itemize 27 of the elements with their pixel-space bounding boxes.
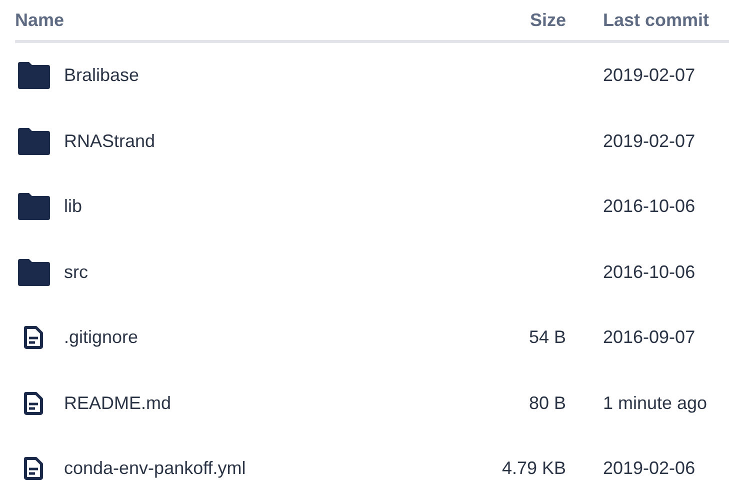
- last-commit-date: 2016-10-06: [603, 262, 696, 283]
- file-icon: [24, 457, 43, 480]
- last-commit-date: 2016-10-06: [603, 196, 696, 218]
- folder-name-link[interactable]: src: [64, 262, 88, 283]
- folder-name-link[interactable]: lib: [64, 196, 82, 218]
- folder-icon: [18, 62, 50, 90]
- file-name-link[interactable]: conda-env-pankoff.yml: [64, 458, 246, 480]
- folder-name-link[interactable]: Bralibase: [64, 65, 140, 86]
- file-size: 4.79 KB: [502, 458, 566, 480]
- last-commit-date: 2019-02-07: [603, 65, 696, 86]
- file-icon: [24, 326, 43, 350]
- folder-icon: [18, 193, 50, 220]
- column-header[interactable]: Size: [466, 0, 566, 40]
- file-name-link[interactable]: .gitignore: [64, 327, 138, 348]
- last-commit-date: 2016-09-07: [603, 327, 696, 348]
- folder-name-link[interactable]: RNAStrand: [64, 130, 156, 152]
- folder-icon: [18, 128, 50, 155]
- file-name-link[interactable]: README.md: [64, 392, 172, 414]
- file-icon: [24, 392, 43, 415]
- last-commit-date: 2019-02-06: [603, 458, 696, 480]
- file-size: 80 B: [528, 392, 566, 414]
- last-commit-date: 1 minute ago: [603, 392, 708, 414]
- folder-icon: [18, 258, 50, 286]
- file-size: 54 B: [528, 327, 566, 348]
- column-header[interactable]: Last commit: [603, 0, 729, 40]
- column-header[interactable]: Name: [15, 0, 429, 40]
- last-commit-date: 2019-02-07: [603, 130, 696, 152]
